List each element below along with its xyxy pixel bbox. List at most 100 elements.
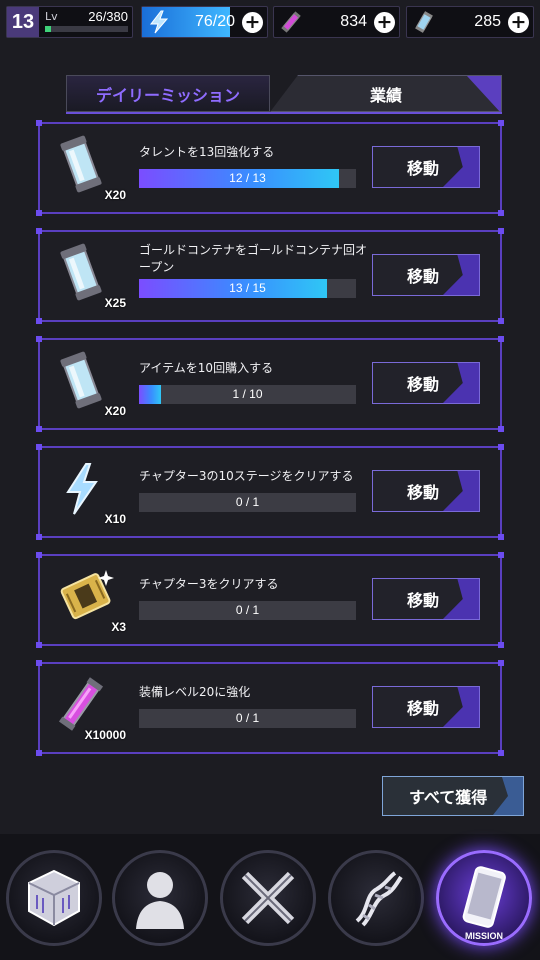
mission-title: チャプター3をクリアする [139,577,279,591]
move-button-label: 移動 [407,483,440,502]
move-button-label: 移動 [407,591,440,610]
top-resource-bar: 13 Lv 26/380 76/20 + 834 + 285 + [0,0,540,44]
reward-count: X10 [104,512,126,526]
player-level: 13 [7,7,39,37]
progress-text: 0 / 1 [235,711,260,725]
mission-reward: X10 [50,456,130,532]
move-button-label: 移動 [407,267,440,286]
blue-canister-icon [60,135,102,193]
xp-bar-fill [45,26,51,32]
mission-card: X25 ゴールドコンテナをゴールドコンテナ回オープン 13 / 15 移動 [36,228,504,324]
move-button[interactable]: 移動 [372,686,480,728]
corner-dot [36,336,42,342]
corner-dot [498,228,504,234]
xp-text: 26/380 [88,9,128,24]
move-button[interactable]: 移動 [372,578,480,620]
corner-dot [498,210,504,216]
nav-item-character[interactable] [112,850,208,946]
corner-dot [36,552,42,558]
mission-title: タレントを13回強化する [139,145,275,159]
reward-count: X25 [104,296,126,310]
nav-label-mission: MISSION [464,931,503,941]
mission-card: X20 アイテムを10回購入する 1 / 10 移動 [36,336,504,432]
add-blue-currency-button[interactable]: + [508,12,529,33]
reward-count: X20 [104,404,126,418]
button-decoration [443,687,479,727]
corner-dot [498,336,504,342]
corner-dot [498,426,504,432]
add-pink-currency-button[interactable]: + [374,12,395,33]
tab-daily-missions[interactable]: デイリーミッション [66,75,270,112]
button-decoration [443,363,479,403]
corner-dot [36,426,42,432]
mission-reward: X3 [50,564,130,640]
corner-dot [498,444,504,450]
tabs-underline [66,112,502,114]
mission-reward: X20 [50,348,130,424]
pink-currency-panel: 834 + [273,6,400,38]
mission-progress-bar: 0 / 1 [139,709,356,728]
corner-dot [498,120,504,126]
nav-item-cube[interactable] [6,850,102,946]
button-decoration [443,255,479,295]
corner-dot [498,318,504,324]
mission-card: X10 チャプター3の10ステージをクリアする 0 / 1 移動 [36,444,504,540]
nav-item-dna[interactable] [328,850,424,946]
nav-item-mission[interactable]: MISSION [436,850,532,946]
mission-reward: X20 [50,132,130,208]
mission-card: X20 タレントを13回強化する 12 / 13 移動 [36,120,504,216]
corner-dot [36,318,42,324]
mission-title: 装備レベル20に強化 [139,685,251,699]
button-decoration [443,579,479,619]
progress-text: 0 / 1 [235,495,260,509]
mission-progress-bar: 0 / 1 [139,493,356,512]
corner-dot [36,642,42,648]
add-energy-button[interactable]: + [242,12,263,33]
corner-dot [36,444,42,450]
cube-icon [28,869,80,927]
button-decoration [443,471,479,511]
progress-text: 13 / 15 [229,281,266,295]
pink-vial-icon [278,9,304,35]
blue-canister-icon [60,243,102,301]
energy-panel: 76/20 + [141,6,268,38]
tab-achievements-label: 業績 [369,85,402,105]
move-button[interactable]: 移動 [372,362,480,404]
character-icon [136,872,184,929]
move-button-label: 移動 [407,159,440,178]
progress-text: 1 / 10 [232,387,263,401]
phone-icon [462,866,506,928]
corner-dot [36,120,42,126]
mission-title: ゴールドコンテナをゴールドコンテナ回オープン [139,243,368,274]
blue-currency-panel: 285 + [406,6,534,38]
corner-dot [498,534,504,540]
move-button[interactable]: 移動 [372,470,480,512]
move-button-label: 移動 [407,375,440,394]
mission-reward: X25 [50,240,130,316]
reward-count: X3 [111,620,126,634]
nav-item-weapons[interactable] [220,850,316,946]
mission-tabs: デイリーミッション 業績 [66,75,502,114]
corner-dot [36,210,42,216]
move-button[interactable]: 移動 [372,146,480,188]
energy-value: 76/20 [194,13,235,30]
mission-reward: X10000 [50,672,130,748]
corner-dot [498,660,504,666]
tab-achievements[interactable]: 業績 [270,75,502,112]
lightning-icon [66,463,98,515]
reward-count: X20 [104,188,126,202]
collect-all-button[interactable]: すべて獲得 [382,776,524,816]
corner-dot [36,228,42,234]
progress-text: 12 / 13 [229,171,266,185]
corner-dot [498,642,504,648]
corner-dot [498,750,504,756]
dna-icon [355,871,403,927]
mission-progress-bar: 12 / 13 [139,169,356,188]
mission-title: チャプター3の10ステージをクリアする [139,469,354,483]
pink-vial-icon [58,677,104,731]
move-button[interactable]: 移動 [372,254,480,296]
mission-card: X3 チャプター3をクリアする 0 / 1 移動 [36,552,504,648]
collect-all-label: すべて獲得 [409,788,488,807]
mission-progress-bar: 0 / 1 [139,601,356,620]
crossed-weapons-icon [241,871,295,925]
